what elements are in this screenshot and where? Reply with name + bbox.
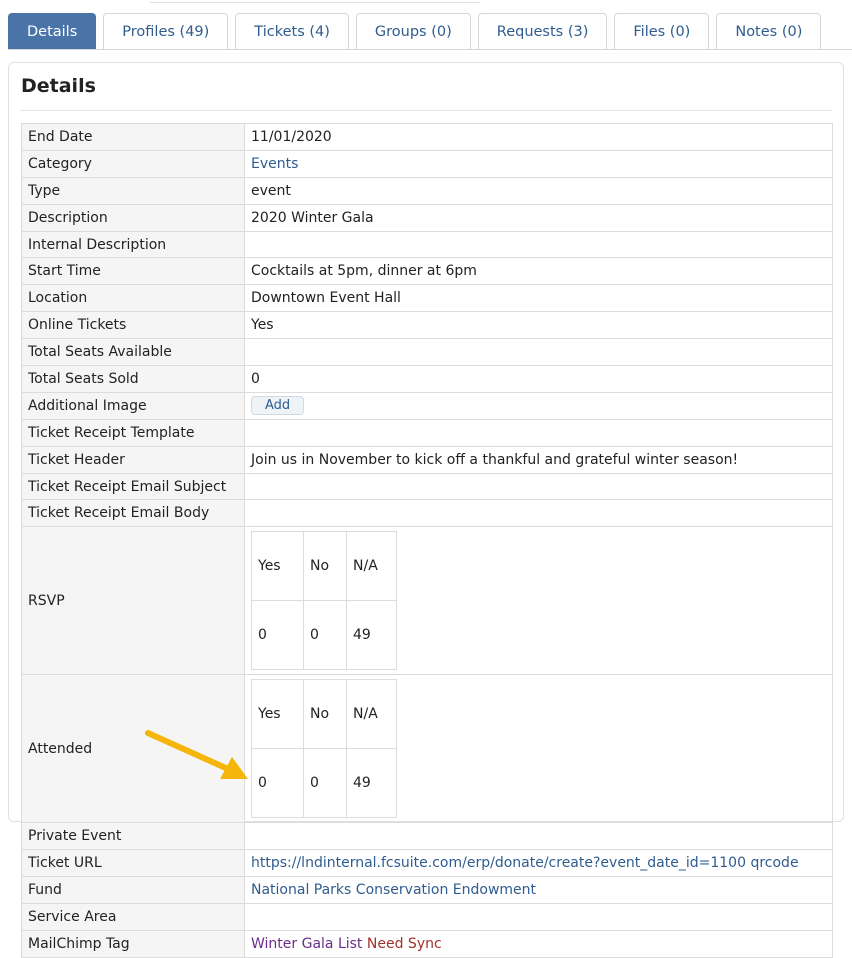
attended-header-na: N/A <box>346 679 397 750</box>
tab-files[interactable]: Files (0) <box>614 13 710 50</box>
row-label: Ticket Receipt Email Body <box>21 499 245 528</box>
attended-na-count: 49 <box>346 748 397 819</box>
tab-notes[interactable]: Notes (0) <box>716 13 822 50</box>
row-additional-image: Additional Image Add <box>21 391 833 420</box>
tab-tickets[interactable]: Tickets (4) <box>235 13 349 50</box>
row-ticket-receipt-email-body: Ticket Receipt Email Body <box>21 499 833 528</box>
attended-no-count: 0 <box>303 748 347 819</box>
row-label: End Date <box>21 123 245 151</box>
row-ticket-receipt-template: Ticket Receipt Template <box>21 418 833 447</box>
row-label: Ticket Receipt Email Subject <box>21 472 245 501</box>
ticket-header-value: Join us in November to kick off a thankf… <box>244 445 833 474</box>
category-link[interactable]: Events <box>251 156 298 172</box>
row-start-time: Start Time Cocktails at 5pm, dinner at 6… <box>21 257 833 286</box>
row-label: Ticket Receipt Template <box>21 418 245 447</box>
row-label: Description <box>21 203 245 232</box>
ticket-receipt-email-subject-value <box>244 472 833 501</box>
rsvp-table: Yes No N/A 0 0 49 <box>251 531 397 671</box>
row-label: Ticket URL <box>21 849 245 878</box>
rsvp-header-na: N/A <box>346 531 397 602</box>
location-value: Downtown Event Hall <box>244 284 833 313</box>
tab-requests[interactable]: Requests (3) <box>477 13 608 50</box>
row-service-area: Service Area <box>21 903 833 931</box>
row-type: Type event <box>21 176 833 205</box>
row-label: MailChimp Tag <box>21 929 245 958</box>
row-label: Total Seats Available <box>21 338 245 367</box>
tab-details[interactable]: Details <box>8 13 97 50</box>
row-label: Location <box>21 284 245 313</box>
attended-header-yes: Yes <box>251 679 304 750</box>
row-label: Private Event <box>21 822 245 851</box>
row-rsvp: RSVP Yes No N/A 0 0 49 <box>21 526 833 676</box>
fund-link[interactable]: National Parks Conservation Endowment <box>251 882 536 898</box>
panel-title-divider <box>20 110 832 111</box>
row-ticket-url: Ticket URL https://lndinternal.fcsuite.c… <box>21 849 833 878</box>
row-mailchimp-tag: MailChimp Tag Winter Gala List Need Sync <box>21 929 833 958</box>
tabs-underline <box>8 49 852 50</box>
qrcode-link[interactable]: qrcode <box>750 855 798 871</box>
row-label: Category <box>21 149 245 178</box>
tab-bar: Details Profiles (49) Tickets (4) Groups… <box>8 13 822 50</box>
row-category: Category Events <box>21 149 833 178</box>
row-label: Start Time <box>21 257 245 286</box>
row-ticket-header: Ticket Header Join us in November to kic… <box>21 445 833 474</box>
row-label: Online Tickets <box>21 311 245 340</box>
ticket-receipt-template-value <box>244 418 833 447</box>
rsvp-no-count: 0 <box>303 600 347 671</box>
row-label: Ticket Header <box>21 445 245 474</box>
service-area-value <box>244 903 833 931</box>
row-online-tickets: Online Tickets Yes <box>21 311 833 340</box>
description-value: 2020 Winter Gala <box>244 203 833 232</box>
total-seats-available-value <box>244 338 833 367</box>
row-end-date: End Date 11/01/2020 <box>21 123 833 151</box>
rsvp-yes-count: 0 <box>251 600 304 671</box>
tab-profiles[interactable]: Profiles (49) <box>103 13 229 50</box>
row-internal-description: Internal Description <box>21 230 833 259</box>
row-private-event: Private Event <box>21 822 833 851</box>
ticket-receipt-email-body-value <box>244 499 833 528</box>
top-divider <box>150 0 480 3</box>
attended-table: Yes No N/A 0 0 49 <box>251 679 397 819</box>
row-ticket-receipt-email-subject: Ticket Receipt Email Subject <box>21 472 833 501</box>
row-label: RSVP <box>21 526 245 676</box>
ticket-url-link[interactable]: https://lndinternal.fcsuite.com/erp/dona… <box>251 855 746 871</box>
row-label: Total Seats Sold <box>21 365 245 393</box>
row-label: Service Area <box>21 903 245 931</box>
row-label: Internal Description <box>21 230 245 259</box>
annotation-arrow-icon <box>145 730 248 779</box>
type-value: event <box>244 176 833 205</box>
details-table: End Date 11/01/2020 Category Events Type… <box>21 123 833 958</box>
row-label: Additional Image <box>21 391 245 420</box>
tab-groups[interactable]: Groups (0) <box>355 13 471 50</box>
attended-yes-count: 0 <box>251 748 304 819</box>
row-label: Fund <box>21 876 245 905</box>
end-date-value: 11/01/2020 <box>244 123 833 151</box>
row-description: Description 2020 Winter Gala <box>21 203 833 232</box>
add-image-button[interactable]: Add <box>251 396 305 416</box>
rsvp-na-count: 49 <box>346 600 397 671</box>
rsvp-header-no: No <box>303 531 347 602</box>
need-sync-status[interactable]: Need Sync <box>367 936 442 952</box>
details-panel: Details End Date 11/01/2020 Category Eve… <box>8 62 844 958</box>
private-event-value <box>244 822 833 851</box>
mailchimp-tag-link[interactable]: Winter Gala List <box>251 936 362 952</box>
attended-header-no: No <box>303 679 347 750</box>
row-total-seats-sold: Total Seats Sold 0 <box>21 365 833 393</box>
row-fund: Fund National Parks Conservation Endowme… <box>21 876 833 905</box>
online-tickets-value: Yes <box>244 311 833 340</box>
start-time-value: Cocktails at 5pm, dinner at 6pm <box>244 257 833 286</box>
rsvp-header-yes: Yes <box>251 531 304 602</box>
panel-title: Details <box>21 75 96 97</box>
total-seats-sold-value: 0 <box>244 365 833 393</box>
row-total-seats-available: Total Seats Available <box>21 338 833 367</box>
row-location: Location Downtown Event Hall <box>21 284 833 313</box>
internal-description-value <box>244 230 833 259</box>
row-label: Type <box>21 176 245 205</box>
